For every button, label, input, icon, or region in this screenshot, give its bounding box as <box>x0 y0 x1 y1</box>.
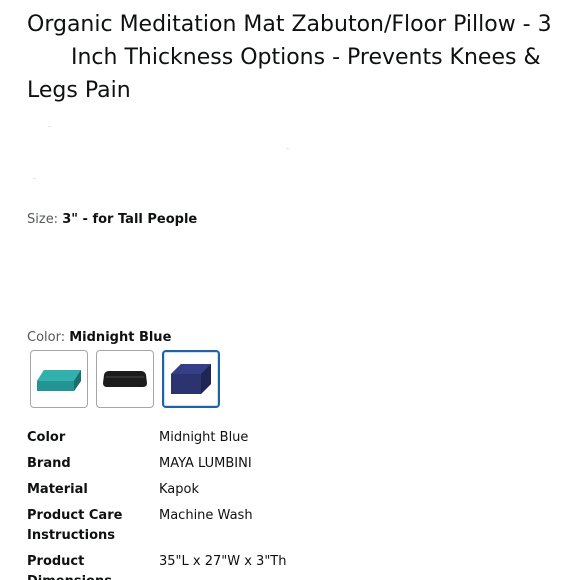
color-selector-label: Color: Midnight Blue <box>27 330 171 346</box>
color-swatch-midnight-blue[interactable] <box>162 350 220 408</box>
color-swatch-black[interactable] <box>96 350 154 408</box>
size-label: Size: <box>27 212 63 227</box>
size-selector-label: Size: 3" - for Tall People <box>27 212 197 228</box>
size-value: 3" - for Tall People <box>62 212 198 227</box>
spec-value: Midnight Blue <box>159 430 249 445</box>
faint-mark <box>286 148 289 149</box>
color-value: Midnight Blue <box>69 330 172 345</box>
faint-mark <box>33 178 36 179</box>
spec-row-material: Material Kapok <box>27 480 557 506</box>
spec-value: Kapok <box>159 482 199 497</box>
spec-value: 35"L x 27"W x 3"Th <box>159 554 287 569</box>
spec-key: Color <box>27 430 66 445</box>
spec-key: Material <box>27 482 88 497</box>
color-swatch-list <box>30 350 220 408</box>
product-title: Organic Meditation Mat Zabuton/Floor Pil… <box>27 8 557 107</box>
faint-mark <box>48 126 51 127</box>
spec-row-dimensions: Product Dimensions 35"L x 27"W x 3"Th <box>27 552 557 580</box>
product-title-line-2: Inch Thickness Options - Prevents Knees … <box>71 45 541 70</box>
midnight-blue-cushion-image <box>171 364 211 394</box>
spec-row-care: Product Care Instructions Machine Wash <box>27 506 557 552</box>
spec-key: Brand <box>27 456 71 471</box>
teal-cushion-image <box>37 370 81 391</box>
spec-value: Machine Wash <box>159 508 253 523</box>
spec-key: Product Dimensions <box>27 554 112 580</box>
spec-row-color: Color Midnight Blue <box>27 428 557 454</box>
color-swatch-teal[interactable] <box>30 350 88 408</box>
spec-key: Product Care Instructions <box>27 508 123 543</box>
product-title-line-3: Legs Pain <box>27 78 131 103</box>
color-label: Color: <box>27 330 70 345</box>
spec-value: MAYA LUMBINI <box>159 456 252 471</box>
product-specs-table: Color Midnight Blue Brand MAYA LUMBINI M… <box>27 428 557 580</box>
product-title-line-1: Organic Meditation Mat Zabuton/Floor Pil… <box>27 12 552 37</box>
spec-row-brand: Brand MAYA LUMBINI <box>27 454 557 480</box>
black-cushion-image <box>103 371 147 387</box>
